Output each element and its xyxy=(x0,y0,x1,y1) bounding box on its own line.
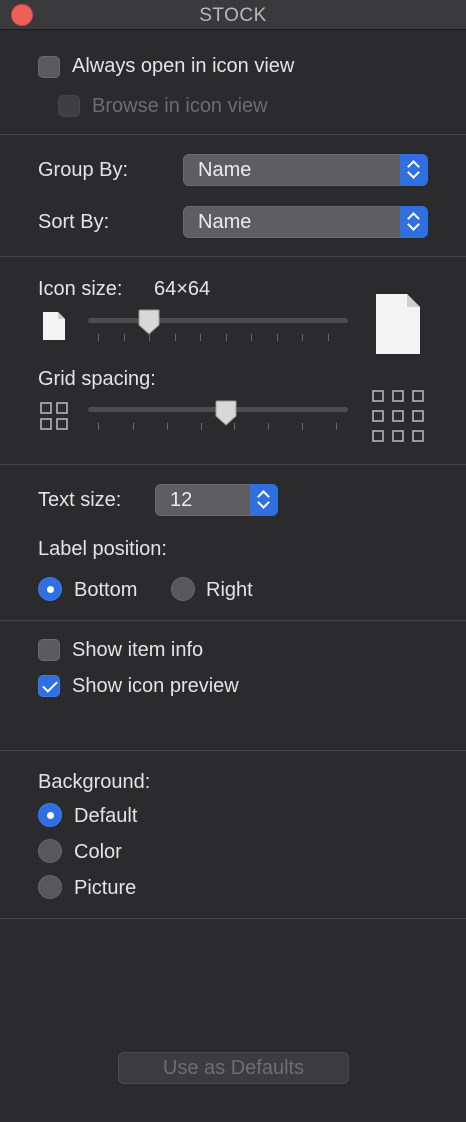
show-icon-preview-label: Show icon preview xyxy=(72,675,239,697)
small-file-icon xyxy=(42,311,66,346)
large-file-icon xyxy=(375,293,421,360)
chevron-updown-icon xyxy=(250,484,278,516)
show-icon-preview-checkbox[interactable] xyxy=(38,675,60,697)
sort-by-value: Name xyxy=(198,211,252,233)
text-size-value: 12 xyxy=(170,489,193,511)
sort-by-label: Sort By: xyxy=(38,211,110,233)
always-open-checkbox[interactable] xyxy=(38,56,60,78)
large-grid-icon xyxy=(372,390,426,449)
icon-size-slider[interactable] xyxy=(88,318,348,323)
text-size-label: Text size: xyxy=(38,489,122,511)
browse-checkbox xyxy=(58,95,80,117)
radio-bottom-label: Bottom xyxy=(74,579,138,601)
divider xyxy=(0,620,466,621)
icon-size-value: 64×64 xyxy=(154,278,211,300)
chevron-updown-icon xyxy=(400,154,428,186)
icon-size-label: Icon size: xyxy=(38,278,123,300)
show-item-info-label: Show item info xyxy=(72,639,204,661)
background-label: Background: xyxy=(38,771,151,793)
grid-spacing-slider-thumb[interactable] xyxy=(215,400,237,426)
chevron-updown-icon xyxy=(400,206,428,238)
window-title: STOCK xyxy=(199,5,267,26)
use-as-defaults-button[interactable]: Use as Defaults xyxy=(118,1052,349,1084)
radio-color-label: Color xyxy=(74,841,122,863)
divider xyxy=(0,256,466,257)
icon-size-ticks xyxy=(88,334,348,342)
browse-label: Browse in icon view xyxy=(92,95,268,117)
icon-size-slider-thumb[interactable] xyxy=(138,309,160,335)
divider xyxy=(0,918,466,919)
radio-default[interactable] xyxy=(38,803,62,827)
divider xyxy=(0,134,466,135)
group-by-select[interactable]: Name xyxy=(183,154,428,186)
sort-by-select[interactable]: Name xyxy=(183,206,428,238)
grid-spacing-label: Grid spacing: xyxy=(38,368,156,390)
always-open-label: Always open in icon view xyxy=(72,55,295,77)
view-options-window: STOCK Always open in icon view Browse in… xyxy=(0,0,466,1122)
radio-picture[interactable] xyxy=(38,875,62,899)
text-size-select[interactable]: 12 xyxy=(155,484,278,516)
label-position-label: Label position: xyxy=(38,538,167,560)
show-item-info-checkbox[interactable] xyxy=(38,639,60,661)
divider xyxy=(0,464,466,465)
radio-default-label: Default xyxy=(74,805,138,827)
radio-right[interactable] xyxy=(171,577,195,601)
radio-right-label: Right xyxy=(206,579,253,601)
group-by-value: Name xyxy=(198,159,252,181)
radio-color[interactable] xyxy=(38,839,62,863)
title-bar[interactable]: STOCK xyxy=(0,0,466,30)
small-grid-icon xyxy=(40,402,70,437)
divider xyxy=(0,750,466,751)
group-by-label: Group By: xyxy=(38,159,129,181)
radio-bottom[interactable] xyxy=(38,577,62,601)
radio-picture-label: Picture xyxy=(74,877,137,899)
